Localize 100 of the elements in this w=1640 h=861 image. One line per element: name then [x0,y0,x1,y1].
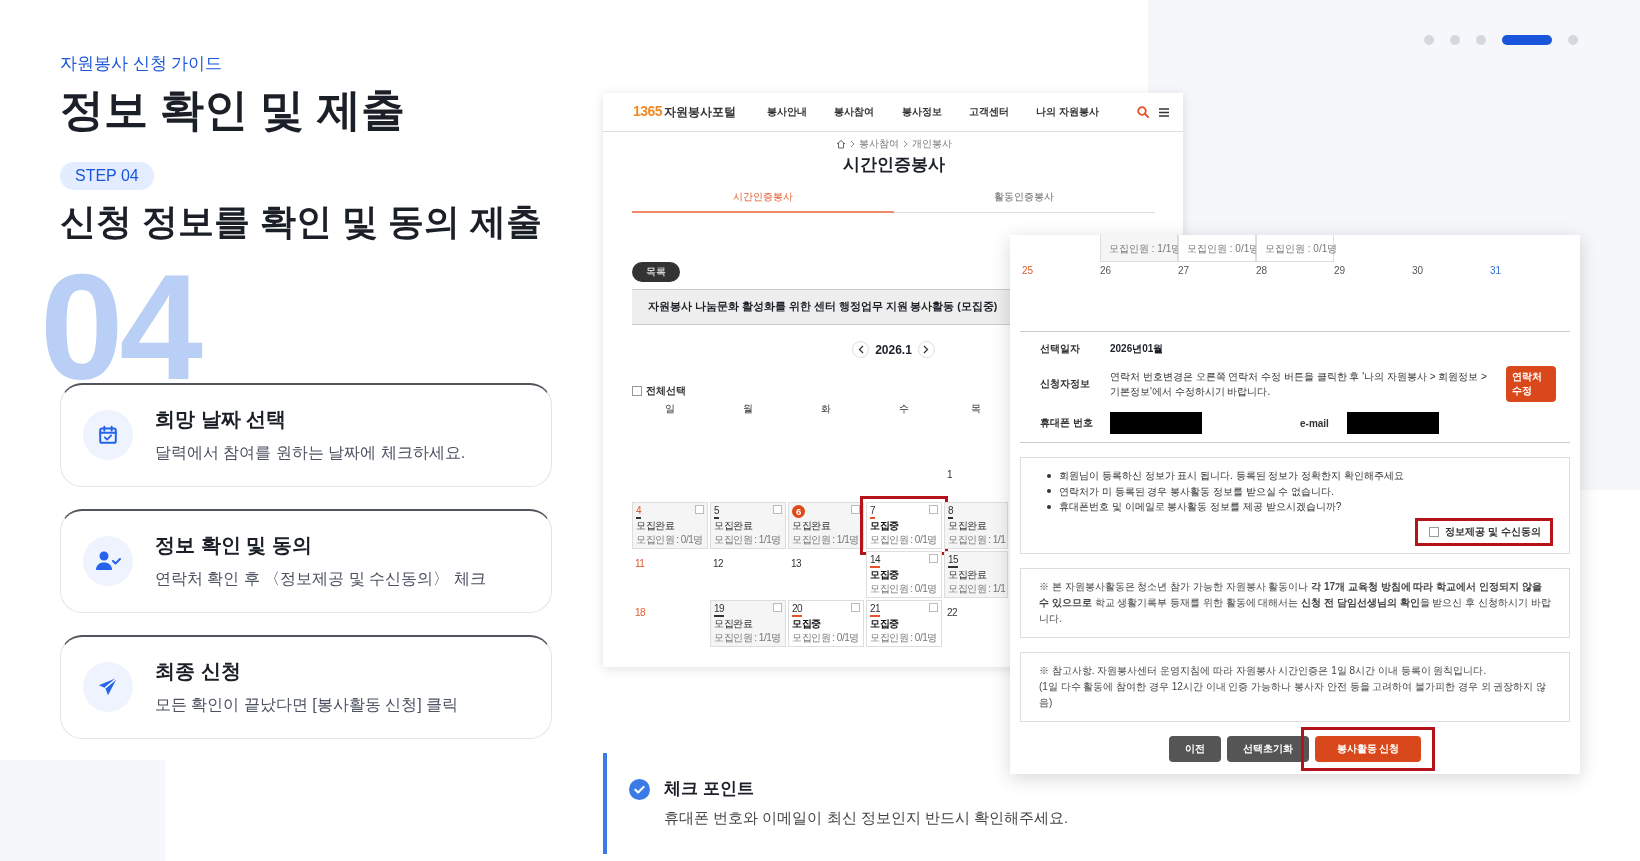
status-text: 모집완료 [714,617,753,630]
instruction-text: 연락처 번호변경은 오른쪽 연락처 수정 버튼을 클릭한 후 '나의 자원봉사 > 회원정보 > 기본정보'에서 수정하시기 바랍니다. [1110,370,1488,399]
nav-link[interactable]: 고객센터 [968,105,1009,119]
checkbox[interactable] [929,603,938,612]
previous-month-button[interactable] [852,341,870,358]
next-month-button[interactable] [917,341,935,358]
day-number: 28 [1256,265,1269,276]
status-text: 모집완료 [948,568,987,581]
home-icon[interactable] [835,139,846,149]
status-text: 모집완료 [636,519,675,532]
chevron-icon [849,140,855,148]
day-number: 4 [636,505,642,519]
checkbox[interactable] [929,505,938,514]
checkbox[interactable] [851,505,860,514]
checkbox[interactable] [695,505,704,514]
step-card-description: 연락처 확인 후 〈정보제공 및 수신동의〉 체크 [155,569,486,590]
count-text: 모집인원 : 0/1명 [636,533,704,547]
checkbox[interactable] [1429,526,1440,537]
chevron-icon [902,140,908,148]
day-number: 22 [947,607,958,618]
nav-link[interactable]: 봉사참여 [834,105,875,119]
search-icon[interactable] [1137,106,1149,118]
nav-link[interactable]: 나의 자원봉사 [1036,105,1099,119]
field-label: 신청자정보 [1040,377,1091,391]
form-button[interactable]: 선택초기화 [1226,735,1309,762]
user-check-icon [95,550,121,573]
menu-icon[interactable] [1159,107,1169,117]
count-text: 모집인원 : 1/1명 [714,533,782,547]
list-button[interactable]: 목록 [632,262,680,282]
day-number: 30 [1412,265,1425,276]
day-number: 26 [1100,265,1113,276]
edit-contact-button[interactable]: 연락처 수정 [1506,366,1556,402]
calendar-day-cell[interactable]: 모집인원 : 0/1명 [1256,235,1334,262]
count-text: 모집인원 : 0/1명 [870,533,938,547]
day-number: 5 [714,505,720,519]
day-number: 27 [1178,265,1191,276]
today-marker: 6 [792,505,805,518]
weekday-label: 화 [820,402,832,416]
check-point-title: 체크 포인트 [664,778,755,800]
calendar-day-cell[interactable]: 5 모집완료 모집인원 : 1/1명 [710,502,786,549]
nav-link[interactable]: 봉사안내 [767,105,807,119]
tab[interactable]: 활동인증봉사 [893,190,1155,213]
selected-date-value: 2026년01월 [1110,342,1164,356]
field-label: e-mail [1300,417,1329,429]
tab[interactable]: 시간인증봉사 [632,190,894,213]
big-step-number: 04 [40,252,199,402]
day-number: 14 [870,554,881,568]
day-number: 8 [948,505,954,519]
status-text: 모집중 [792,617,822,630]
field-label: 휴대폰 번호 [1040,416,1094,430]
calendar-day-cell[interactable]: 21 모집중 모집인원 : 0/1명 [866,600,942,647]
status-text: 모집중 [870,519,900,532]
count-text: 모집인원 : 1/1명 [714,631,782,645]
count-text: 모집인원 : 0/1명 [870,582,938,596]
calendar-day-cell[interactable]: 20 모집중 모집인원 : 0/1명 [788,600,864,647]
day-number: 25 [1022,265,1035,276]
calendar-check-icon [97,424,119,447]
checkbox[interactable] [929,554,938,563]
count-text: 모집인원 : 1/1 [948,582,1004,596]
reference-text: (1일 다수 활동에 참여한 경우 12시간 이내 인증 가능하나 봉사자 안전 등을 고려하여 불가피한 경우 외 권장하지 않음) [1039,679,1548,710]
checkbox[interactable] [773,505,782,514]
breadcrumb-link[interactable]: 개인봉사 [911,137,952,151]
weekday-label: 수 [898,402,910,416]
breadcrumb-link[interactable]: 봉사참여 [858,137,899,151]
page-indicator-dot[interactable] [1476,35,1486,45]
checkbox[interactable] [851,603,860,612]
form-button[interactable]: 이전 [1168,735,1221,762]
calendar-day-cell[interactable]: 15 모집완료 모집인원 : 1/1 [944,551,1008,598]
page-indicator-dot[interactable] [1568,35,1578,45]
bullet-icon [1047,504,1051,509]
status-text: 모집완료 [714,519,753,532]
calendar-day-cell[interactable]: 8 모집완료 모집인원 : 1/1 [944,502,1008,549]
day-number: 31 [1490,265,1503,276]
calendar-day-cell[interactable]: 7 모집중 모집인원 : 0/1명 [866,502,942,549]
day-number: 29 [1334,265,1347,276]
select-all-label: 전체선택 [646,384,686,398]
checkbox[interactable] [632,386,642,396]
step-card-title: 최종 신청 [155,659,242,685]
page-indicator-dot[interactable] [1424,35,1434,45]
count-text: 모집인원 : 1/1명 [792,533,860,547]
calendar-day-cell[interactable]: 6 모집완료 모집인원 : 1/1명 [788,502,864,549]
calendar-day-cell[interactable]: 4 모집완료 모집인원 : 0/1명 [632,502,708,549]
day-number: 12 [713,558,724,569]
day-number: 19 [714,603,725,617]
step-card-description: 달력에서 참여를 원하는 날짜에 체크하세요. [155,443,466,464]
form-button[interactable]: 봉사활동 신청 [1314,735,1422,762]
count-text: 모집인원 : 0/1명 [792,631,860,645]
eyebrow-text: 자원봉사 신청 가이드 [60,53,224,75]
checkbox[interactable] [773,603,782,612]
school-notice-text: ※ 본 자원봉사활동은 청소년 참가 가능한 자원봉사 활동이나 각 17개 교육청 방침에 따라 학교에서 인정되지 않을 수 있으므로 학교 생활기록부 등재를 위한 활동에 대해서는 신청 전 담임선생님의 확인을 받으신 후 신청하시기 바랍니다. [1039,580,1551,624]
step-card-description: 모든 확인이 끝났다면 [봉사활동 신청] 클릭 [155,695,459,716]
step-card-title: 정보 확인 및 동의 [155,533,313,559]
notice-text: 연락처가 미 등록된 경우 봉사활동 정보를 받으실 수 없습니다. [1059,484,1334,499]
day-number: 11 [635,558,645,569]
calendar-day-cell[interactable]: 14 모집중 모집인원 : 0/1명 [866,551,942,598]
calendar-day-cell[interactable]: 19 모집완료 모집인원 : 1/1명 [710,600,786,647]
day-number: 20 [792,603,803,617]
nav-link[interactable]: 봉사정보 [901,105,942,119]
page-indicator-dot[interactable] [1450,35,1460,45]
status-text: 모집중 [870,568,900,581]
